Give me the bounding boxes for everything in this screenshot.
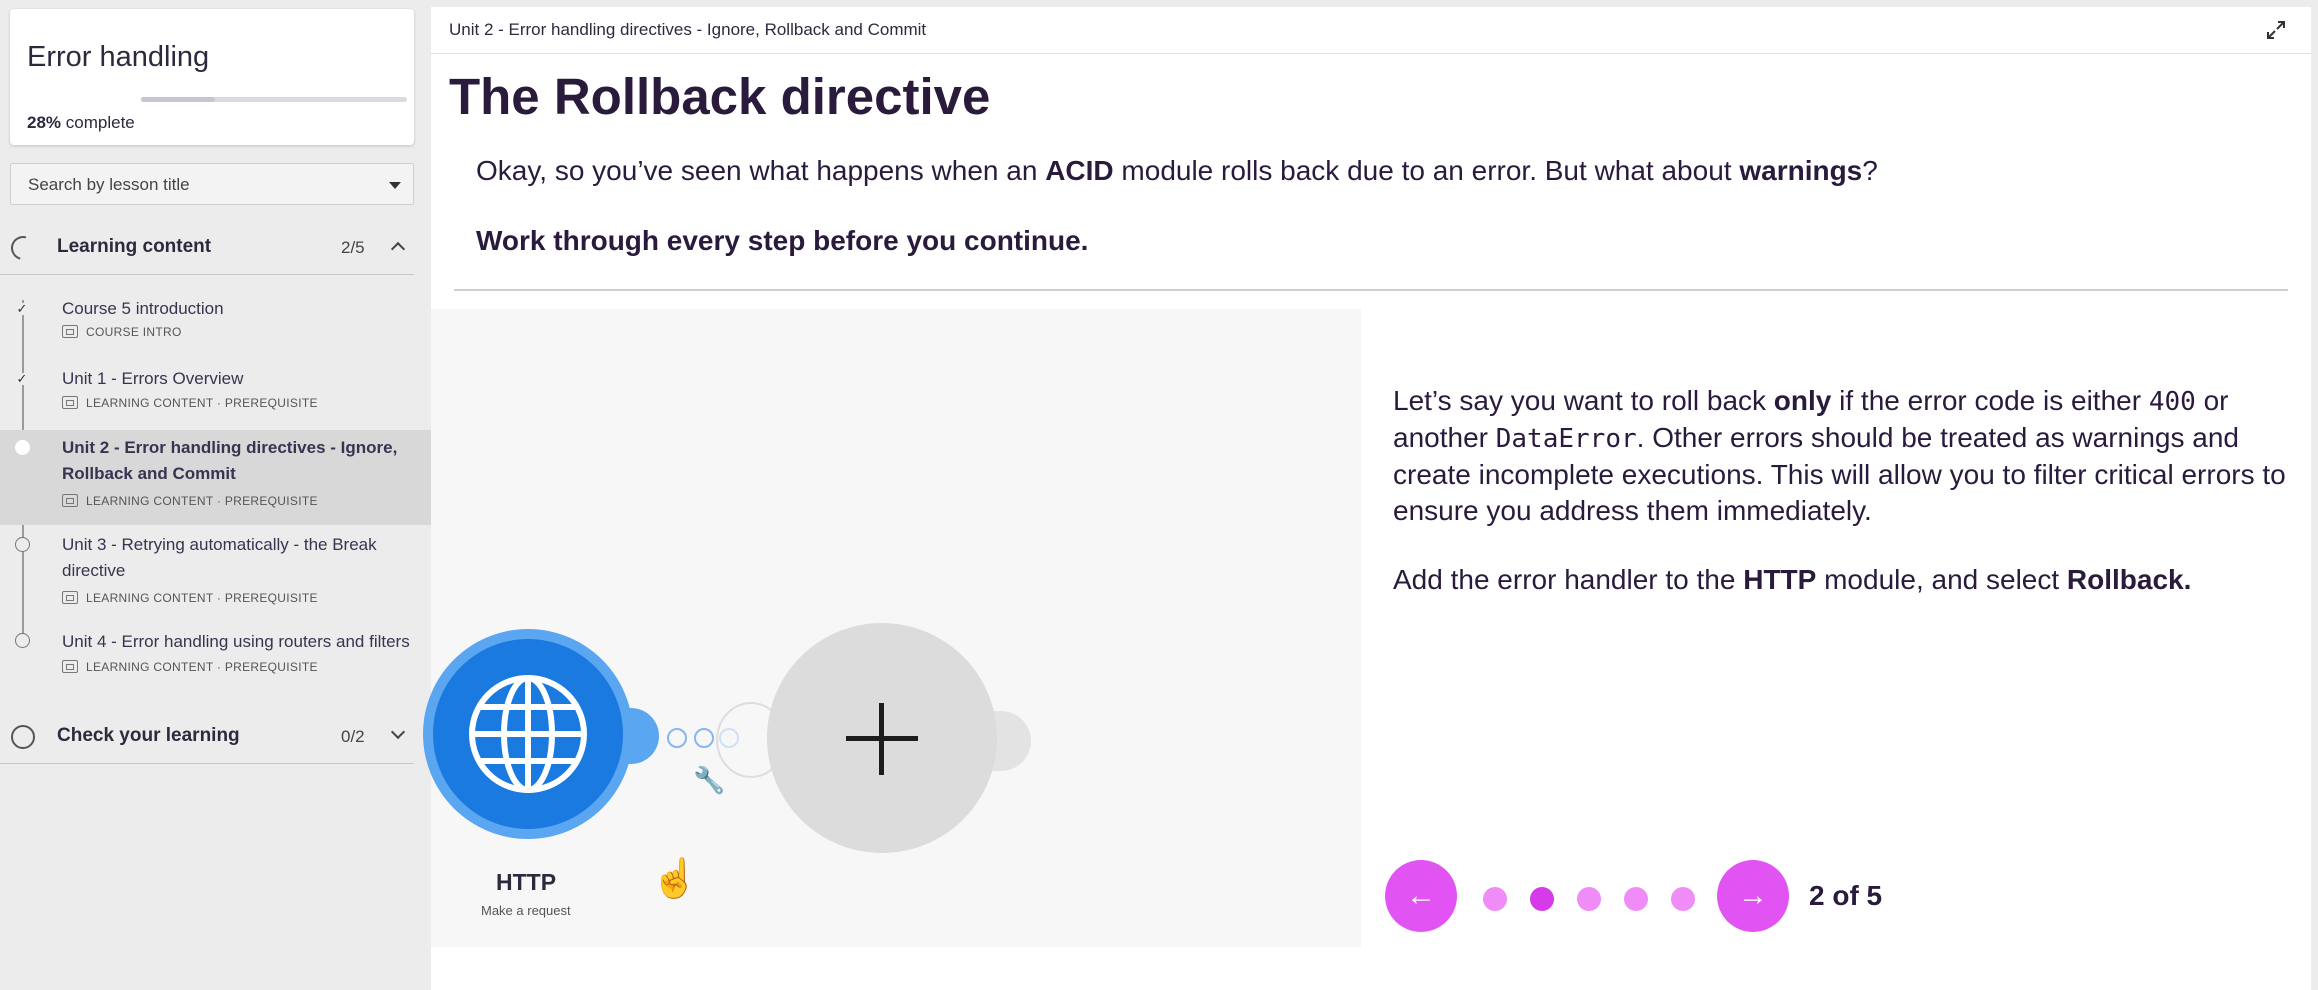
slides-icon bbox=[62, 660, 78, 673]
progress-ring-icon bbox=[6, 231, 40, 265]
add-module-button[interactable] bbox=[767, 623, 997, 853]
progress-value: 28% bbox=[27, 113, 62, 132]
chevron-up-icon[interactable] bbox=[390, 241, 406, 257]
globe-icon bbox=[469, 675, 587, 793]
step-dot-2[interactable] bbox=[1530, 887, 1554, 911]
document-icon bbox=[62, 325, 78, 338]
intro-text: Okay, so you’ve seen what happens when a… bbox=[476, 155, 1878, 186]
http-module-circle[interactable] bbox=[433, 639, 623, 829]
next-step-button[interactable]: → bbox=[1717, 860, 1789, 932]
lesson-meta: LEARNING CONTENT · PREREQUISITE bbox=[62, 494, 318, 508]
module-name: HTTP bbox=[496, 869, 557, 895]
section-check-your-learning[interactable]: Check your learning 0/2 bbox=[0, 710, 414, 764]
step-counter: 2 of 5 bbox=[1809, 880, 1883, 911]
progress-ring-icon bbox=[11, 725, 35, 749]
course-card: Error handling 28% complete bbox=[10, 9, 414, 145]
content-divider bbox=[454, 289, 2288, 291]
lesson-item-unit-2[interactable]: Unit 2 - Error handling directives - Ign… bbox=[0, 430, 431, 525]
progress-text: 28% complete bbox=[27, 113, 135, 133]
slides-icon bbox=[62, 396, 78, 409]
step-dot-3[interactable] bbox=[1577, 887, 1601, 911]
lesson-dot-icon bbox=[15, 633, 30, 648]
step-dot-4[interactable] bbox=[1624, 887, 1648, 911]
section-count: 2/5 bbox=[341, 238, 365, 257]
instruction-text: Work through every step before you conti… bbox=[476, 225, 1089, 256]
scenario-canvas[interactable]: 🔧 HTTP Make a request ☝ bbox=[431, 309, 1361, 947]
progress-bar bbox=[141, 97, 407, 102]
page-title: The Rollback directive bbox=[449, 68, 991, 125]
topbar-divider bbox=[431, 53, 2311, 54]
wrench-icon[interactable]: 🔧 bbox=[693, 765, 725, 796]
lesson-item-unit-1[interactable]: ✓ Unit 1 - Errors Overview LEARNING CONT… bbox=[0, 364, 431, 422]
slides-icon bbox=[62, 591, 78, 604]
lesson-meta: COURSE INTRO bbox=[62, 325, 182, 339]
lesson-item-unit-4[interactable]: Unit 4 - Error handling using routers an… bbox=[0, 629, 431, 687]
section-label: Check your learning bbox=[57, 725, 240, 746]
step-dot-5[interactable] bbox=[1671, 887, 1695, 911]
connector-dot[interactable] bbox=[667, 728, 687, 748]
slides-icon bbox=[62, 494, 78, 507]
lesson-title: Unit 3 - Retrying automatically - the Br… bbox=[62, 535, 377, 580]
lesson-title: Course 5 introduction bbox=[62, 299, 224, 318]
caret-down-icon bbox=[389, 182, 401, 189]
section-learning-content[interactable]: Learning content 2/5 bbox=[0, 221, 414, 275]
step-paragraph-1: Let’s say you want to roll back only if … bbox=[1393, 385, 2286, 526]
lesson-meta: LEARNING CONTENT · PREREQUISITE bbox=[62, 396, 318, 410]
lesson-meta: LEARNING CONTENT · PREREQUISITE bbox=[62, 660, 318, 674]
chevron-down-icon[interactable] bbox=[390, 724, 406, 740]
lesson-item-unit-3[interactable]: Unit 3 - Retrying automatically - the Br… bbox=[0, 530, 431, 615]
lesson-meta: LEARNING CONTENT · PREREQUISITE bbox=[62, 591, 318, 605]
expand-icon[interactable] bbox=[2265, 19, 2287, 41]
lesson-dot-icon bbox=[15, 537, 30, 552]
lesson-search-select[interactable]: Search by lesson title bbox=[10, 163, 414, 205]
check-icon: ✓ bbox=[16, 371, 28, 386]
arrow-left-icon: ← bbox=[1406, 879, 1436, 912]
step-paragraph-2: Add the error handler to the HTTP module… bbox=[1393, 564, 2192, 595]
lesson-title: Unit 2 - Error handling directives - Ign… bbox=[62, 438, 398, 483]
section-count: 0/2 bbox=[341, 727, 365, 746]
arrow-right-icon: → bbox=[1738, 879, 1768, 912]
sidebar: Error handling 28% complete Search by le… bbox=[0, 0, 431, 990]
current-lesson-dot-icon bbox=[15, 440, 30, 455]
step-dot-1[interactable] bbox=[1483, 887, 1507, 911]
connector-dot[interactable] bbox=[694, 728, 714, 748]
step-description: Let’s say you want to roll back only if … bbox=[1393, 383, 2293, 631]
progress-suffix: complete bbox=[65, 113, 135, 132]
module-action: Make a request bbox=[481, 903, 571, 918]
search-placeholder: Search by lesson title bbox=[28, 175, 190, 194]
lesson-item-course-intro[interactable]: ✓ Course 5 introduction COURSE INTRO bbox=[0, 294, 431, 352]
lesson-title: Unit 1 - Errors Overview bbox=[62, 369, 244, 388]
progress-bar-fill bbox=[141, 97, 216, 102]
hand-cursor-icon: ☝ bbox=[651, 858, 699, 900]
add-module-tab[interactable] bbox=[991, 711, 1031, 771]
section-label: Learning content bbox=[57, 236, 212, 257]
previous-step-button[interactable]: ← bbox=[1385, 860, 1457, 932]
breadcrumb: Unit 2 - Error handling directives - Ign… bbox=[449, 20, 927, 39]
lesson-title: Unit 4 - Error handling using routers an… bbox=[62, 632, 410, 651]
lesson-panel: Unit 2 - Error handling directives - Ign… bbox=[431, 7, 2311, 990]
check-icon: ✓ bbox=[16, 301, 28, 316]
course-title: Error handling bbox=[27, 41, 210, 73]
